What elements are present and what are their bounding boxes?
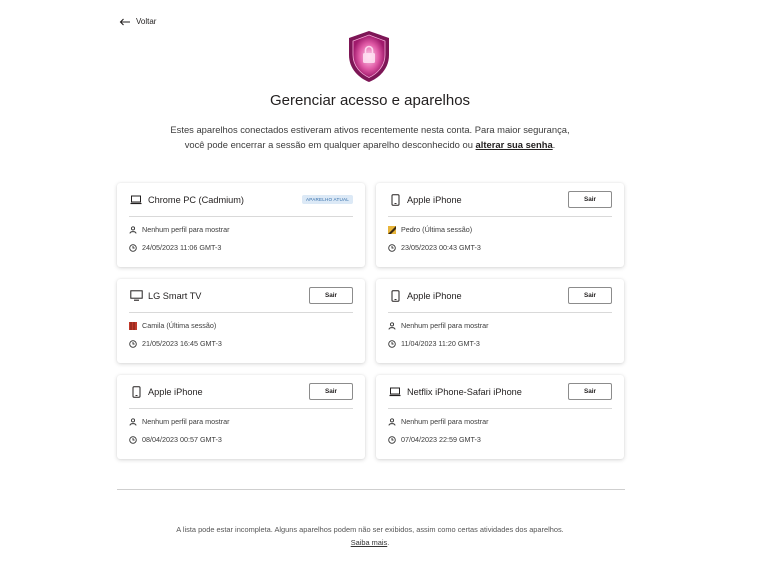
device-card-header: Chrome PC (Cadmium) Aparelho atual <box>129 183 353 217</box>
device-timestamp: 21/05/2023 16:45 GMT-3 <box>142 339 222 348</box>
intro-text: Estes aparelhos conectados estiveram ati… <box>170 122 570 152</box>
intro-end: . <box>552 139 556 150</box>
sign-out-button[interactable]: Sair <box>568 383 612 400</box>
device-last-active: 11/04/2023 11:20 GMT-3 <box>388 339 480 348</box>
footer-end: . <box>387 538 390 547</box>
back-link[interactable]: Voltar <box>119 17 156 26</box>
device-name: Apple iPhone <box>148 386 203 397</box>
device-profile: Nenhum perfil para mostrar <box>129 417 229 426</box>
change-password-link[interactable]: alterar sua senha <box>476 139 553 150</box>
footer-note: A lista pode estar incompleta. Alguns ap… <box>170 523 570 549</box>
device-card: Chrome PC (Cadmium) Aparelho atual Nenhu… <box>117 183 365 267</box>
person-icon <box>129 225 137 234</box>
device-profile-label: Pedro (Última sessão) <box>401 225 473 234</box>
device-name: Chrome PC (Cadmium) <box>148 194 244 205</box>
device-profile-label: Nenhum perfil para mostrar <box>142 417 230 426</box>
device-last-active: 24/05/2023 11:06 GMT-3 <box>129 243 221 252</box>
learn-more-link[interactable]: Saiba mais <box>351 538 388 547</box>
device-card-header: Apple iPhone Sair <box>129 375 353 409</box>
device-profile-label: Nenhum perfil para mostrar <box>401 417 489 426</box>
device-profile: Nenhum perfil para mostrar <box>388 417 488 426</box>
phone-icon <box>129 385 143 399</box>
device-last-active: 21/05/2023 16:45 GMT-3 <box>129 339 222 348</box>
tv-icon <box>129 289 143 303</box>
device-card: LG Smart TV Sair Camila (Última sessão) … <box>117 279 365 363</box>
profile-avatar-icon <box>388 225 396 234</box>
device-profile-label: Camila (Última sessão) <box>142 321 217 330</box>
device-name: Apple iPhone <box>407 194 462 205</box>
device-card: Apple iPhone Sair Nenhum perfil para mos… <box>117 375 365 459</box>
clock-icon <box>388 339 396 348</box>
device-last-active: 08/04/2023 00:57 GMT-3 <box>129 435 222 444</box>
page-title: Gerenciar acesso e aparelhos <box>269 92 471 109</box>
footer-text: A lista pode estar incompleta. Alguns ap… <box>176 525 564 534</box>
device-timestamp: 11/04/2023 11:20 GMT-3 <box>401 339 480 348</box>
sign-out-button[interactable]: Sair <box>568 191 612 208</box>
divider <box>117 489 625 490</box>
current-device-badge: Aparelho atual <box>302 195 353 204</box>
person-icon <box>388 417 396 426</box>
device-name: Netflix iPhone-Safari iPhone <box>407 386 522 397</box>
arrow-left-icon <box>119 18 130 25</box>
clock-icon <box>129 339 137 348</box>
device-card-header: Netflix iPhone-Safari iPhone Sair <box>388 375 612 409</box>
device-last-active: 23/05/2023 00:43 GMT-3 <box>388 243 481 252</box>
device-profile: Nenhum perfil para mostrar <box>129 225 229 234</box>
device-card-header: Apple iPhone Sair <box>388 183 612 217</box>
clock-icon <box>388 243 396 252</box>
sign-out-button[interactable]: Sair <box>309 287 353 304</box>
device-card: Apple iPhone Sair Pedro (Última sessão) … <box>376 183 624 267</box>
shield-lock-icon <box>349 31 389 82</box>
device-profile-label: Nenhum perfil para mostrar <box>142 225 230 234</box>
person-icon <box>388 321 396 330</box>
phone-icon <box>388 289 402 303</box>
device-card-header: Apple iPhone Sair <box>388 279 612 313</box>
device-timestamp: 24/05/2023 11:06 GMT-3 <box>142 243 222 252</box>
device-timestamp: 23/05/2023 00:43 GMT-3 <box>401 243 481 252</box>
device-card: Apple iPhone Sair Nenhum perfil para mos… <box>376 279 624 363</box>
clock-icon <box>129 435 137 444</box>
laptop-icon <box>388 385 402 399</box>
device-profile: Nenhum perfil para mostrar <box>388 321 488 330</box>
sign-out-button[interactable]: Sair <box>309 383 353 400</box>
device-profile-label: Nenhum perfil para mostrar <box>401 321 489 330</box>
device-card-header: LG Smart TV Sair <box>129 279 353 313</box>
device-last-active: 07/04/2023 22:59 GMT-3 <box>388 435 481 444</box>
back-label: Voltar <box>136 17 157 26</box>
laptop-icon <box>129 193 143 207</box>
phone-icon <box>388 193 402 207</box>
sign-out-button[interactable]: Sair <box>568 287 612 304</box>
device-card: Netflix iPhone-Safari iPhone Sair Nenhum… <box>376 375 624 459</box>
device-timestamp: 08/04/2023 00:57 GMT-3 <box>142 435 222 444</box>
person-icon <box>129 417 137 426</box>
device-profile: Pedro (Última sessão) <box>388 225 472 234</box>
clock-icon <box>388 435 396 444</box>
device-name: LG Smart TV <box>148 290 202 301</box>
device-timestamp: 07/04/2023 22:59 GMT-3 <box>401 435 481 444</box>
clock-icon <box>129 243 137 252</box>
device-profile: Camila (Última sessão) <box>129 321 216 330</box>
device-name: Apple iPhone <box>407 290 462 301</box>
profile-avatar-icon <box>129 321 137 330</box>
